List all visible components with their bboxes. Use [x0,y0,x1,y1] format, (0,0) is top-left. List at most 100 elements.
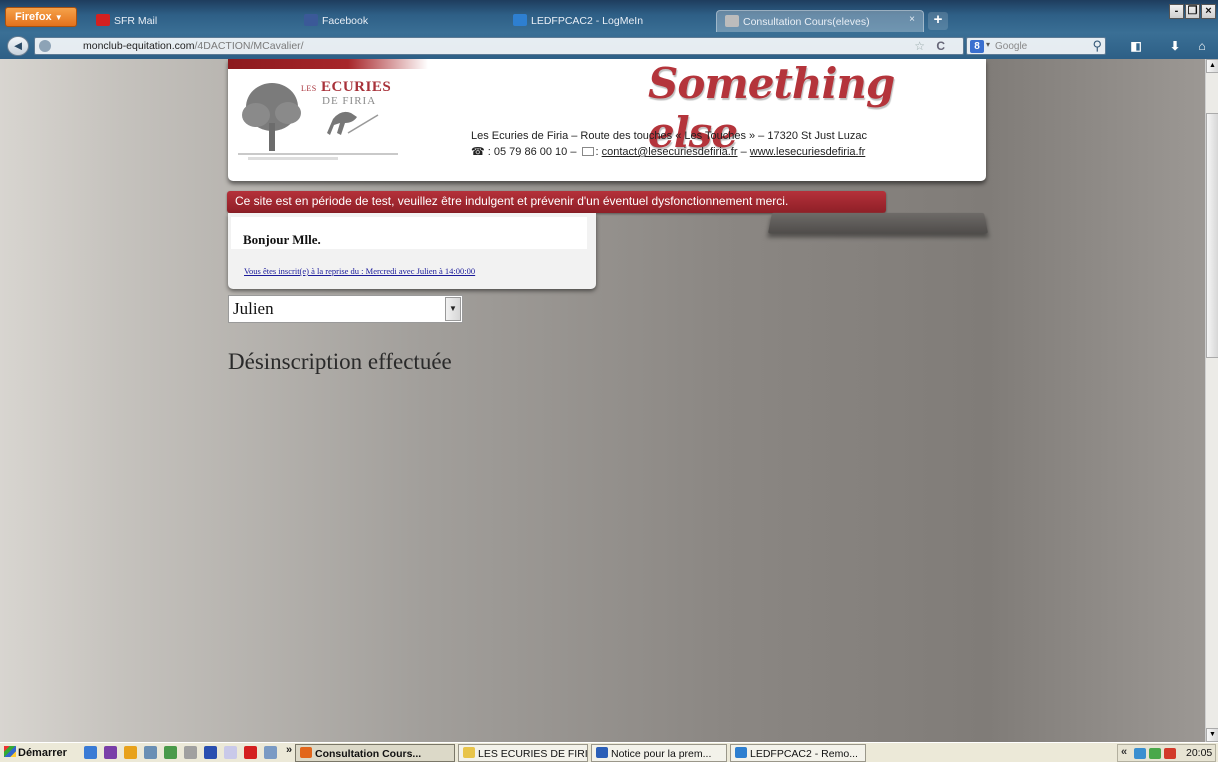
folder-icon [463,747,475,758]
task-label: LES ECURIES DE FIRIA [478,748,588,760]
taskbar-item-word[interactable]: Notice pour la prem... [591,744,727,762]
tab-label: Facebook [322,15,369,27]
logo-subtitle: DE FIRIA [322,95,377,107]
windows-logo-icon [4,746,16,757]
bookmarks-menu-icon[interactable]: ◧ [1127,38,1145,54]
phone-icon: ☎ [471,146,485,158]
greeting-panel: Bonjour Mlle. Vous êtes inscrit(e) à la … [228,213,596,289]
separator: – [737,146,750,158]
page-icon [725,15,739,27]
system-tray: « 20:05 [1117,744,1216,762]
status-message: Désinscription effectuée [228,349,452,374]
bookmark-star-icon[interactable]: ☆ [914,39,925,53]
site-header: LES ECURIES DE FIRIA Something else Les … [228,59,986,181]
drive-icon[interactable] [264,746,277,759]
new-tab-button[interactable]: + [928,12,948,30]
tab-label: SFR Mail [114,15,158,27]
tab-sfr-mail[interactable]: SFR Mail [88,10,288,32]
header-accent-bar [228,59,428,69]
url-text: monclub-equitation.com/4DACTION/MCavalie… [83,40,304,52]
url-domain: monclub-equitation.com [83,40,195,52]
outlook-icon[interactable] [124,746,137,759]
decorative-panel [767,212,989,234]
logo-prefix: LES [301,84,317,93]
search-bar[interactable]: 8 ▾ Google ⚲ [966,37,1106,55]
security-icon[interactable] [1149,748,1161,759]
tab-facebook[interactable]: Facebook [296,10,496,32]
website-link[interactable]: www.lesecuriesdefiria.fr [750,146,866,158]
sfr-icon[interactable] [244,746,257,759]
show-hidden-icons[interactable]: « [1121,746,1127,758]
browser-tab-bar: Firefox ▼ SFR Mail Facebook LEDFPCAC2 - L… [0,0,1218,33]
task-label: Notice pour la prem... [611,748,712,760]
excel-icon[interactable] [164,746,177,759]
task-label: LEDFPCAC2 - Remo... [750,748,858,760]
downloads-icon[interactable]: ⬇ [1166,38,1184,54]
phone-number: : 05 79 86 00 10 – [484,146,580,158]
clock: 20:05 [1186,747,1213,759]
scroll-up-icon[interactable]: ▲ [1206,59,1218,73]
tab-consultation-cours[interactable]: Consultation Cours(eleves) × [716,10,924,32]
windows-taskbar: Démarrer » Consultation Cours... LES ECU… [0,742,1218,762]
search-engine-icon[interactable]: 8 [970,40,984,53]
update-icon[interactable] [1164,748,1176,759]
site-identity-icon[interactable] [39,40,51,52]
chevron-down-icon[interactable]: ▼ [445,297,461,321]
internet-explorer-icon[interactable] [84,746,97,759]
task-label: Consultation Cours... [315,748,422,760]
close-window-button[interactable]: × [1201,4,1216,19]
start-button[interactable]: Démarrer [2,744,70,762]
start-label: Démarrer [18,747,67,759]
chevron-down-icon[interactable]: ▾ [986,40,990,49]
quick-launch-more-icon[interactable]: » [286,744,292,756]
word-icon [596,747,608,758]
firefox-icon [300,747,312,758]
chevron-down-icon: ▼ [54,13,63,22]
search-icon[interactable]: ⚲ [1092,38,1102,54]
browser-navigation-bar: ◄ monclub-equitation.com/4DACTION/MCaval… [0,33,1218,59]
scroll-down-icon[interactable]: ▼ [1206,728,1218,742]
logo-name: ECURIES [320,79,392,95]
taskbar-item-consultation[interactable]: Consultation Cours... [295,744,455,762]
test-notice-banner: Ce site est en période de test, veuillez… [227,191,886,213]
messenger-icon[interactable] [144,746,157,759]
printer-icon[interactable] [184,746,197,759]
select-value: Julien [233,299,274,318]
taskbar-item-logmein[interactable]: LEDFPCAC2 - Remo... [730,744,866,762]
logo-title: LES ECURIES [301,79,391,96]
logmein-icon [735,747,747,758]
network-status-icon[interactable] [1134,748,1146,759]
window-controls: - ❐ × [1169,4,1216,19]
scroll-thumb[interactable] [1206,113,1218,358]
close-tab-icon[interactable]: × [909,14,915,25]
page-content: LES ECURIES DE FIRIA Something else Les … [0,59,1205,742]
greeting-title: Bonjour Mlle. [243,232,321,247]
email-link[interactable]: contact@lesecuriesdefiria.fr [602,146,738,158]
tab-label: LEDFPCAC2 - LogMeIn [531,15,644,27]
restore-button[interactable]: ❐ [1185,4,1200,19]
tab-logmein[interactable]: LEDFPCAC2 - LogMeIn [505,10,705,32]
tab-label: Consultation Cours(eleves) [743,16,870,28]
search-placeholder: Google [995,41,1028,52]
url-path: /4DACTION/MCavalier/ [194,40,304,52]
mail-icon [581,147,594,156]
site-slogan: Something else [648,59,895,157]
enrollment-link[interactable]: Vous êtes inscrit(e) à la reprise du : M… [244,266,475,276]
reload-icon[interactable]: C [936,39,945,53]
url-bar[interactable]: monclub-equitation.com/4DACTION/MCavalie… [34,37,964,55]
home-icon[interactable]: ⌂ [1193,38,1211,54]
sfr-icon [96,14,110,26]
minimize-button[interactable]: - [1169,4,1184,19]
instructor-select[interactable]: Julien ▼ [228,295,463,323]
firefox-menu-button[interactable]: Firefox ▼ [5,7,77,27]
taskbar-item-folder[interactable]: LES ECURIES DE FIRIA [458,744,588,762]
logmein-icon [513,14,527,26]
back-button[interactable]: ◄ [7,36,29,56]
onenote-icon[interactable] [104,746,117,759]
vertical-scrollbar[interactable]: ▲ ▼ [1205,59,1218,742]
contact-info: ☎ : 05 79 86 00 10 – : contact@lesecurie… [471,145,865,158]
app-icon[interactable] [204,746,217,759]
site-address: Les Ecuries de Firia – Route des touches… [471,130,868,142]
firefox-menu-label: Firefox [15,11,52,23]
network-icon[interactable] [224,746,237,759]
